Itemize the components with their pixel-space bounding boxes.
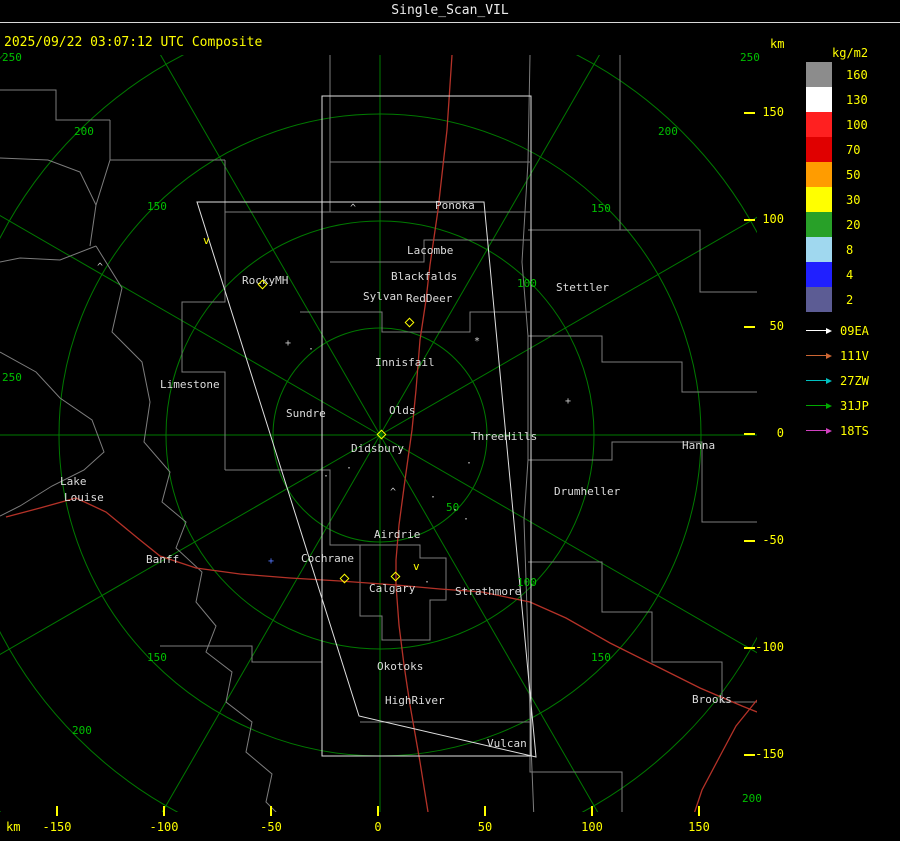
radar-app-window: { "window": { "title": "Single_Scan_VIL"… [0, 0, 900, 841]
legend-color-swatch [806, 237, 832, 262]
site-id-label: 27ZW [840, 373, 869, 388]
legend-value-label: 130 [846, 92, 868, 107]
legend-entry: 8 [806, 237, 868, 262]
radar-coverage-outlines [196, 95, 537, 758]
legend-value-label: 30 [846, 192, 861, 207]
legend-entry: 160 [806, 62, 868, 87]
range-rings [0, 55, 757, 812]
legend-value-label: 70 [846, 142, 861, 157]
legend-value-label: 2 [846, 292, 854, 307]
site-arrow-line [806, 380, 826, 381]
legend-color-swatch [806, 87, 832, 112]
titlebar: Single_Scan_VIL [0, 0, 900, 23]
site-arrow-icon [826, 327, 832, 334]
radar-site-row: 09EA [806, 318, 869, 343]
right-axis-unit-label: km [770, 37, 785, 51]
legend-entry: 100 [806, 112, 868, 137]
site-id-label: 09EA [840, 323, 869, 338]
vil-color-scale: 160 130 100 70 50 30 20 8 4 2 [806, 62, 868, 312]
legend-value-label: 50 [846, 167, 861, 182]
site-arrow-icon [826, 377, 832, 384]
radar-site-row: 27ZW [806, 368, 869, 393]
legend-entry: 130 [806, 87, 868, 112]
legend-value-label: 20 [846, 217, 861, 232]
legend-color-swatch [806, 162, 832, 187]
site-arrow-line [806, 330, 826, 331]
legend-units-label: kg/m2 [832, 46, 869, 60]
site-id-label: 111V [840, 348, 869, 363]
legend-entry: 2 [806, 287, 868, 312]
bottom-axis-unit-label: km [6, 820, 21, 834]
legend-value-label: 160 [846, 67, 868, 82]
legend-color-swatch [806, 262, 832, 287]
legend-entry: 20 [806, 212, 868, 237]
legend-value-label: 100 [846, 117, 868, 132]
legend-color-swatch [806, 112, 832, 137]
legend-entry: 4 [806, 262, 868, 287]
scan-timestamp: 2025/09/22 03:07:12 UTC Composite [4, 35, 263, 50]
site-arrow-line [806, 430, 826, 431]
radar-site-row: 111V [806, 343, 869, 368]
radar-site-row: 31JP [806, 393, 869, 418]
legend-value-label: 4 [846, 267, 854, 282]
site-arrow-line [806, 405, 826, 406]
legend-value-label: 8 [846, 242, 854, 257]
site-id-label: 31JP [840, 398, 869, 413]
legend-color-swatch [806, 187, 832, 212]
legend-color-swatch [806, 62, 832, 87]
site-arrow-icon [826, 352, 832, 359]
legend-entry: 50 [806, 162, 868, 187]
site-id-label: 18TS [840, 423, 869, 438]
legend-color-swatch [806, 137, 832, 162]
legend-entry: 30 [806, 187, 868, 212]
site-arrow-icon [826, 427, 832, 434]
site-arrow-line [806, 355, 826, 356]
radar-map-canvas [0, 55, 757, 812]
site-arrow-icon [826, 402, 832, 409]
radar-site-row: 18TS [806, 418, 869, 443]
window-title: Single_Scan_VIL [391, 3, 509, 18]
legend-color-swatch [806, 212, 832, 237]
radar-sites-legend: 09EA 111V 27ZW 31JP 18TS [806, 318, 869, 443]
azimuth-lines [0, 55, 757, 812]
legend-entry: 70 [806, 137, 868, 162]
legend-color-swatch [806, 287, 832, 312]
